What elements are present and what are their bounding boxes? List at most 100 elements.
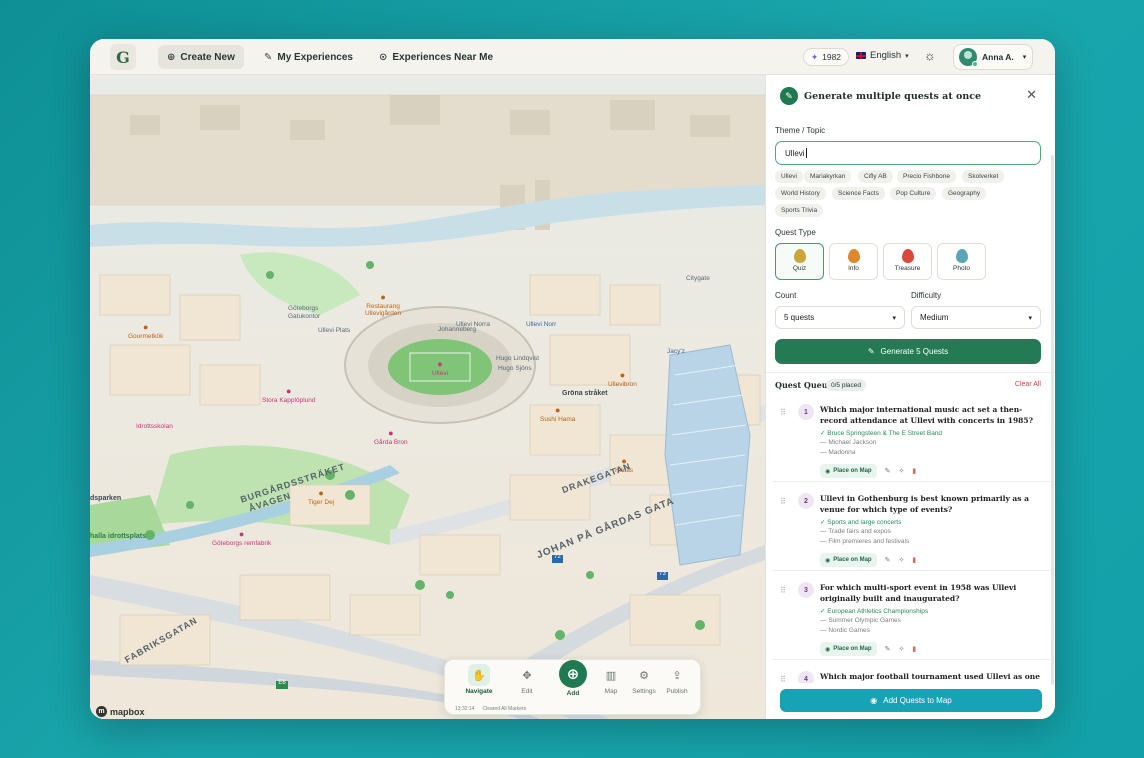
quest-type-treasure[interactable]: Treasure: [883, 243, 932, 280]
panel-scrollbar[interactable]: [1051, 155, 1054, 685]
wrong-answer: — Summer Olympic Games: [820, 617, 901, 624]
map-canvas[interactable]: ● Restaurang Ullevigården ● Gourmetkök ● Ul…: [90, 75, 765, 719]
regenerate-icon[interactable]: ✧: [898, 645, 904, 653]
topic-tag[interactable]: Ullevi: [775, 170, 803, 183]
poi-jacyz[interactable]: Jacy'z: [667, 348, 685, 355]
topic-tag[interactable]: Skolverket: [962, 170, 1005, 183]
street-label: Ullevi Plats: [318, 327, 351, 334]
poi-idrottsskolan[interactable]: Idrottsskolan: [136, 423, 173, 430]
navigate-tool[interactable]: ✋ Navigate: [459, 664, 499, 695]
drag-handle-icon[interactable]: ⠿: [780, 408, 786, 417]
points-badge[interactable]: ✦ 1982: [803, 48, 850, 66]
poi-ullevibron[interactable]: ● Ullevibron: [608, 370, 637, 388]
trash-icon[interactable]: ▮: [912, 556, 916, 564]
topic-tag[interactable]: Precio Fishbone: [897, 170, 956, 183]
drag-handle-icon[interactable]: ⠿: [780, 675, 786, 683]
clear-all-button[interactable]: Clear All: [1015, 381, 1041, 388]
map-toolbar: ✋ Navigate ✥ Edit ⊕ Add ▥ Map ⚙ Settings…: [444, 659, 701, 715]
place-on-map-button[interactable]: ◉ Place on Map: [820, 464, 877, 478]
answer-text: Sports and large concerts: [827, 519, 902, 526]
topic-tag[interactable]: Pop Culture: [890, 187, 937, 200]
theme-input[interactable]: Ullevi: [775, 141, 1041, 165]
answer-text: Bruce Springsteen & The E Street Band: [827, 430, 943, 437]
poi-remfabrik[interactable]: ● Göteborgs remfabrik: [212, 529, 272, 547]
poi-stora-kapplop[interactable]: ● Stora Kapplöplund: [262, 386, 316, 404]
generate-quests-button[interactable]: ✎ Generate 5 Quests: [775, 339, 1041, 364]
quest-type-label: Info: [848, 265, 859, 272]
trash-icon[interactable]: ▮: [912, 645, 916, 653]
quest-number: 2: [798, 493, 814, 509]
publish-tool[interactable]: ⇪ Publish: [657, 664, 697, 696]
add-quests-to-map-button[interactable]: ◉ Add Quests to Map: [780, 689, 1042, 712]
place-on-map-button[interactable]: ◉ Place on Map: [820, 642, 877, 656]
edit-icon[interactable]: ✎: [885, 467, 891, 475]
edit-icon[interactable]: ✎: [885, 556, 891, 564]
regenerate-icon[interactable]: ✧: [898, 467, 904, 475]
poi-tiger-dej[interactable]: ● Tiger Dej: [308, 488, 334, 506]
poi-ullevi-norr[interactable]: Ullevi Norr: [526, 321, 556, 328]
quest-type-photo[interactable]: Photo: [937, 243, 986, 280]
edit-tool[interactable]: ✥ Edit: [507, 664, 547, 696]
hand-icon: ✋: [468, 664, 490, 686]
drag-handle-icon[interactable]: ⠿: [780, 586, 786, 595]
user-name: Anna A.: [982, 52, 1014, 62]
poi-restaurang[interactable]: ● Restaurang Ullevigården: [365, 292, 402, 318]
status-text: Cleared All Markers: [482, 706, 527, 712]
pin-icon: ◉: [825, 646, 831, 653]
quest-number: 1: [798, 404, 814, 420]
count-select[interactable]: 5 quests ▾: [775, 306, 905, 329]
quest-question: Ullevi in Gothenburg is best known prima…: [820, 494, 1029, 514]
points-value: 1982: [822, 52, 842, 62]
topic-tag[interactable]: Sports Trivia: [775, 204, 824, 217]
poi-label: Restaurang Ullevigården: [365, 302, 402, 318]
place-on-map-button[interactable]: ◉ Place on Map: [820, 553, 877, 567]
poi-label: Göteborgs remfabrik: [212, 539, 272, 547]
road-shield: 72: [554, 554, 561, 560]
topic-tag[interactable]: Mariakyrkan: [804, 170, 852, 183]
app-logo[interactable]: G: [110, 44, 136, 70]
poi-label: Stora Kapplöplund: [262, 396, 316, 404]
topic-tag[interactable]: Cifly AB: [858, 170, 893, 183]
topic-tag[interactable]: World History: [775, 187, 826, 200]
answer-text: Summer Olympic Games: [828, 617, 901, 624]
place-label: halla idrottsplats: [90, 533, 147, 540]
mapbox-logo-icon: m: [96, 706, 107, 717]
poi-gourmetkok[interactable]: ● Gourmetkök: [128, 322, 163, 340]
theme-toggle-sun-icon[interactable]: ☼: [924, 48, 936, 63]
answer-text: Film premieres and festivals: [828, 538, 910, 545]
answer-text: European Athletics Championships: [827, 608, 929, 615]
quest-actions: ◉ Place on Map ✎ ✧ ▮: [820, 553, 916, 567]
user-menu[interactable]: Anna A. ▾: [953, 44, 1033, 70]
count-label: Count: [775, 291, 797, 300]
divider: [772, 570, 1050, 571]
my-experiences-button[interactable]: ✎ My Experiences: [255, 45, 362, 69]
language-selector[interactable]: English ▾: [856, 50, 909, 61]
restaurant-pin-icon: ●: [554, 405, 561, 415]
street-label: Hugo Lindqvist: [496, 355, 539, 362]
regenerate-icon[interactable]: ✧: [898, 556, 904, 564]
upload-icon: ⇪: [672, 669, 682, 682]
top-bar: G ⊕ Create New ✎ My Experiences ⊙ Experi…: [90, 39, 1055, 75]
quest-type-quiz[interactable]: Quiz: [775, 243, 824, 280]
close-icon[interactable]: ✕: [1026, 87, 1037, 103]
add-tool[interactable]: ⊕ Add: [553, 660, 593, 697]
poi-garda-bron[interactable]: ● Gårda Bron: [374, 428, 408, 446]
compass-icon: ⊙: [379, 51, 388, 63]
topic-tag[interactable]: Science Facts: [832, 187, 885, 200]
difficulty-select[interactable]: Medium ▾: [911, 306, 1041, 329]
experiences-near-me-button[interactable]: ⊙ Experiences Near Me: [370, 45, 502, 69]
edit-icon[interactable]: ✎: [885, 645, 891, 653]
poi-sushi-hama[interactable]: ● Sushi Hama: [540, 405, 575, 423]
theme-label: Theme / Topic: [775, 126, 826, 135]
drag-handle-icon[interactable]: ⠿: [780, 497, 786, 506]
topic-tag[interactable]: Geography: [942, 187, 987, 200]
count-value: 5 quests: [784, 313, 815, 322]
quest-question: Which major international music act set …: [820, 405, 1034, 425]
wrong-answer: — Michael Jackson: [820, 439, 877, 446]
mapbox-attribution[interactable]: m mapbox: [96, 706, 145, 717]
quest-type-info[interactable]: Info: [829, 243, 878, 280]
create-new-button[interactable]: ⊕ Create New: [158, 45, 244, 69]
trash-icon[interactable]: ▮: [912, 467, 916, 475]
poi-ullevi[interactable]: ● Ullevi: [432, 359, 448, 377]
quest-item[interactable]: ⠿ 4 Which major football tournament used…: [766, 671, 1049, 683]
